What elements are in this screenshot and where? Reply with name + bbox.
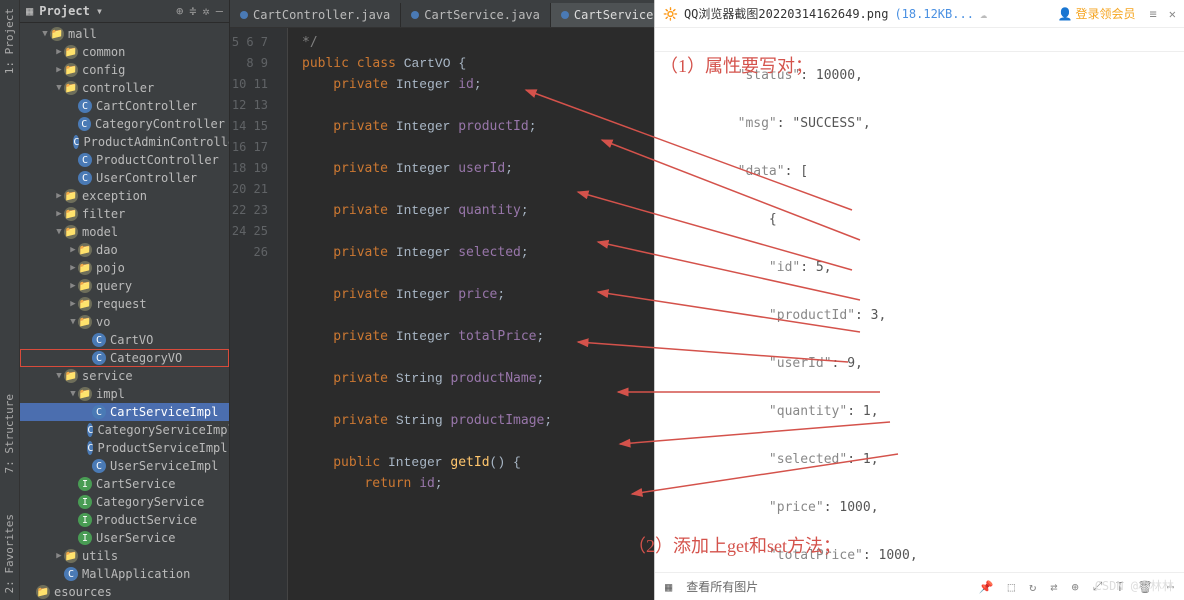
tree-item-request[interactable]: ▶📁request — [20, 295, 229, 313]
tree-item-MallApplication[interactable]: ▶CMallApplication — [20, 565, 229, 583]
tree-item-ProductController[interactable]: ▶CProductController — [20, 151, 229, 169]
project-title: Project — [39, 4, 90, 18]
tree-item-CategoryService[interactable]: ▶ICategoryService — [20, 493, 229, 511]
tree-item-CategoryServiceImpl[interactable]: ▶CCategoryServiceImpl — [20, 421, 229, 439]
tool-zoom-icon[interactable]: ⊕ — [1071, 580, 1078, 594]
editor-area: CartController.javaCartService.javaCartS… — [230, 0, 654, 600]
tree-item-impl[interactable]: ▼📁impl — [20, 385, 229, 403]
cloud-icon[interactable]: ☁ — [980, 7, 987, 21]
project-tool-tab[interactable]: 1: Project — [3, 8, 16, 74]
tool-pin-icon[interactable]: 📌 — [979, 580, 994, 594]
editor-tab[interactable]: CartService.java — [401, 3, 551, 27]
filesize-label: (18.12KB... — [894, 7, 973, 21]
menu-icon[interactable]: ≡ — [1150, 7, 1157, 21]
dropdown-icon[interactable]: ▾ — [96, 4, 103, 18]
app-icon: 🔆 — [663, 7, 678, 21]
tree-item-common[interactable]: ▶📁common — [20, 43, 229, 61]
tree-item-exception[interactable]: ▶📁exception — [20, 187, 229, 205]
tree-item-CartServiceImpl[interactable]: ▶CCartServiceImpl — [20, 403, 229, 421]
tree-item-utils[interactable]: ▶📁utils — [20, 547, 229, 565]
tree-item-service[interactable]: ▼📁service — [20, 367, 229, 385]
tree-item-ProductAdminController[interactable]: ▶CProductAdminController — [20, 133, 229, 151]
expand-icon[interactable]: ≑ — [189, 4, 196, 18]
hide-icon[interactable]: — — [216, 4, 223, 18]
tree-item-mall[interactable]: ▼📁mall — [20, 25, 229, 43]
json-preview[interactable]: "status": 10000, "msg": "SUCCESS", "data… — [655, 52, 1184, 572]
editor-tab-bar: CartController.javaCartService.javaCartS… — [230, 0, 654, 28]
viewer-header: 🔆 QQ浏览器截图20220314162649.png (18.12KB... … — [655, 0, 1184, 28]
grid-icon[interactable]: ▦ — [665, 580, 672, 594]
tree-item-model[interactable]: ▼📁model — [20, 223, 229, 241]
select-opened-icon[interactable]: ⊕ — [176, 4, 183, 18]
editor-tab[interactable]: CartController.java — [230, 3, 401, 27]
login-link[interactable]: 👤登录领会员 — [1058, 5, 1136, 22]
tree-item-UserController[interactable]: ▶CUserController — [20, 169, 229, 187]
project-header: ▦ Project ▾ ⊕ ≑ ✲ — — [20, 0, 229, 23]
tree-item-UserService[interactable]: ▶IUserService — [20, 529, 229, 547]
settings-icon[interactable]: ✲ — [203, 4, 210, 18]
tree-item-CategoryController[interactable]: ▶CCategoryController — [20, 115, 229, 133]
project-panel: ▦ Project ▾ ⊕ ≑ ✲ — ▼📁mall▶📁common▶📁conf… — [20, 0, 230, 600]
structure-tool-tab[interactable]: 7: Structure — [3, 394, 16, 473]
viewer-toolbar — [655, 28, 1184, 52]
left-tool-gutter: 1: Project 7: Structure 2: Favorites — [0, 0, 20, 600]
tree-item-CategoryVO[interactable]: ▶CCategoryVO — [20, 349, 229, 367]
tree-item-ProductService[interactable]: ▶IProductService — [20, 511, 229, 529]
tree-item-pojo[interactable]: ▶📁pojo — [20, 259, 229, 277]
favorites-tool-tab[interactable]: 2: Favorites — [3, 514, 16, 593]
tree-item-esources[interactable]: ▶📁esources — [20, 583, 229, 600]
tree-item-query[interactable]: ▶📁query — [20, 277, 229, 295]
code-editor[interactable]: 5 6 7 8 9 10 11 12 13 14 15 16 17 18 19 … — [230, 28, 654, 600]
tree-item-controller[interactable]: ▼📁controller — [20, 79, 229, 97]
line-gutter: 5 6 7 8 9 10 11 12 13 14 15 16 17 18 19 … — [230, 28, 276, 600]
close-icon[interactable]: ✕ — [1169, 7, 1176, 21]
filename-label: QQ浏览器截图20220314162649.png — [684, 5, 889, 22]
tree-item-CartService[interactable]: ▶ICartService — [20, 475, 229, 493]
watermark: CSDN @小林林 — [1095, 577, 1174, 594]
code-content[interactable]: */ public class CartVO { private Integer… — [288, 28, 654, 600]
tool-rotate-icon[interactable]: ↻ — [1029, 580, 1036, 594]
tree-item-CartVO[interactable]: ▶CCartVO — [20, 331, 229, 349]
tree-item-dao[interactable]: ▶📁dao — [20, 241, 229, 259]
tree-item-config[interactable]: ▶📁config — [20, 61, 229, 79]
tree-item-filter[interactable]: ▶📁filter — [20, 205, 229, 223]
tree-item-UserServiceImpl[interactable]: ▶CUserServiceImpl — [20, 457, 229, 475]
tool-crop-icon[interactable]: ⬚ — [1008, 580, 1015, 594]
project-icon: ▦ — [26, 4, 33, 18]
image-viewer-panel: 🔆 QQ浏览器截图20220314162649.png (18.12KB... … — [654, 0, 1184, 600]
tree-item-vo[interactable]: ▼📁vo — [20, 313, 229, 331]
view-all-link[interactable]: 查看所有图片 — [686, 578, 758, 595]
tree-item-CartController[interactable]: ▶CCartController — [20, 97, 229, 115]
tool-flip-icon[interactable]: ⇄ — [1050, 580, 1057, 594]
project-tree[interactable]: ▼📁mall▶📁common▶📁config▼📁controller▶CCart… — [20, 23, 229, 600]
tree-item-ProductServiceImpl[interactable]: ▶CProductServiceImpl — [20, 439, 229, 457]
